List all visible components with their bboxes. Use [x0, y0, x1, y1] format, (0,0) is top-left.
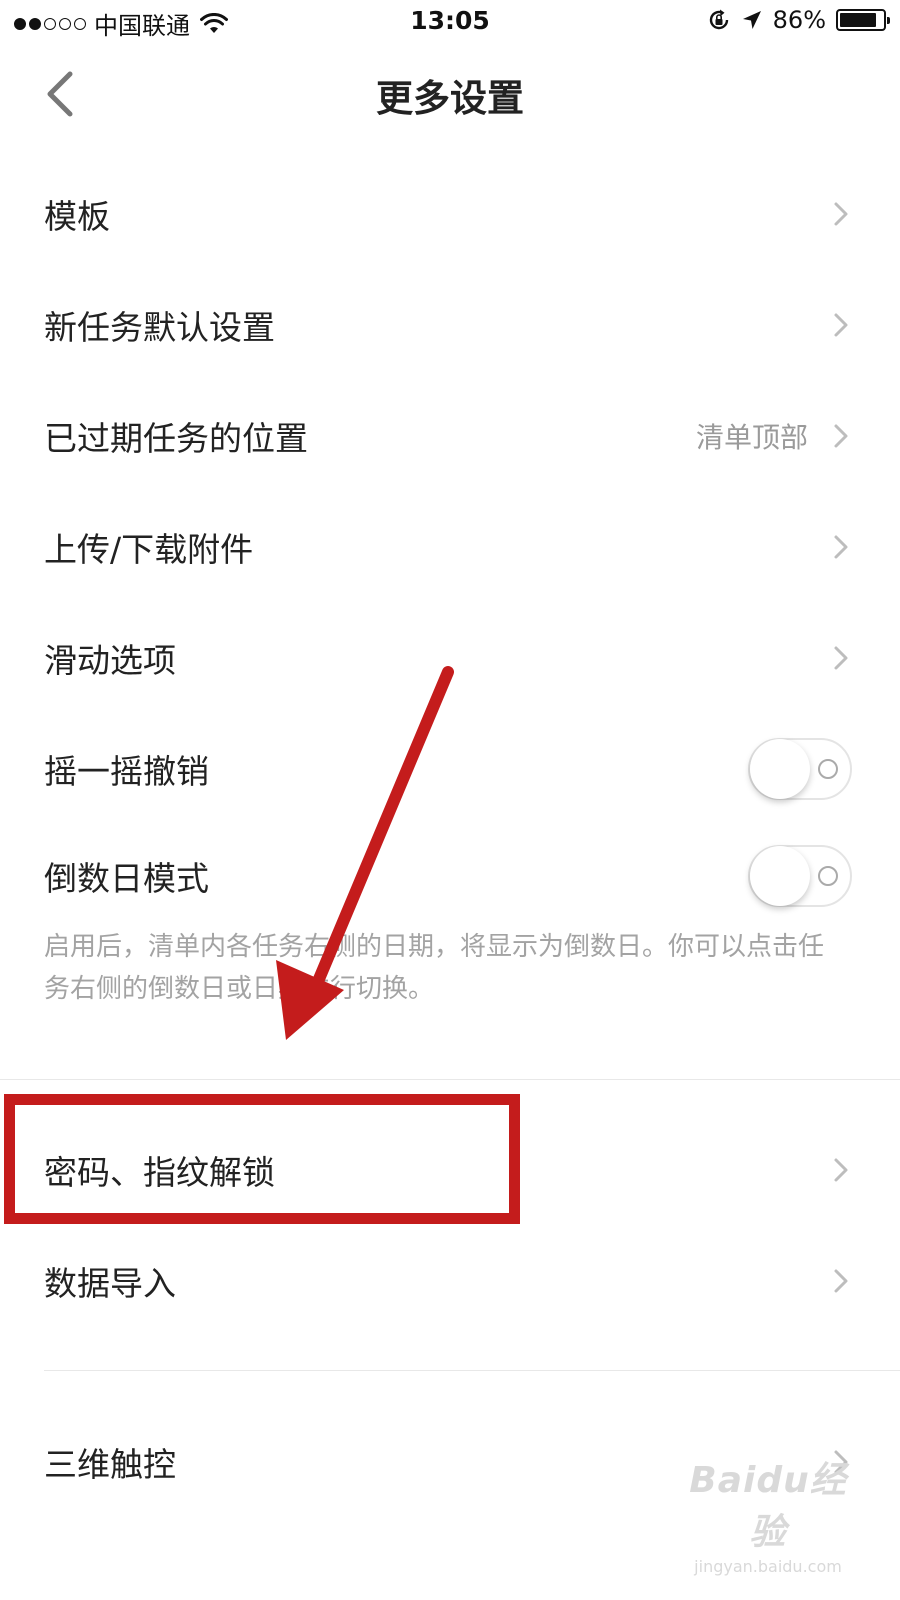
toggle-knob [750, 739, 810, 799]
chevron-right-icon [834, 535, 848, 559]
location-arrow-icon [742, 11, 761, 29]
settings-row-attachments[interactable]: 上传/下载附件 [0, 497, 900, 597]
chevron-right-icon [834, 313, 848, 337]
chevron-right-icon [834, 202, 848, 226]
settings-row-shake-undo: 摇一摇撤销 [0, 719, 900, 819]
battery-icon [836, 9, 890, 31]
toggle-off-indicator-icon [818, 866, 838, 886]
status-bar-right: 86% [707, 6, 890, 34]
row-label: 滑动选项 [44, 641, 176, 680]
settings-row-password-unlock[interactable]: 密码、指纹解锁 [0, 1120, 900, 1220]
baidu-jingyan-watermark: Baidu经验 jingyan.baidu.com [678, 1451, 858, 1576]
row-label: 密码、指纹解锁 [44, 1153, 275, 1192]
toggle-knob [750, 846, 810, 906]
row-label: 摇一摇撤销 [44, 752, 209, 791]
toggle-off-indicator-icon [818, 759, 838, 779]
chevron-right-icon [834, 424, 848, 448]
battery-level-fill [840, 13, 877, 27]
row-label: 已过期任务的位置 [44, 419, 308, 458]
row-value: 清单顶部 [695, 421, 808, 454]
row-label: 上传/下载附件 [44, 530, 254, 569]
section-divider [44, 1370, 900, 1371]
watermark-url: jingyan.baidu.com [694, 1557, 842, 1576]
rotation-lock-icon [709, 9, 728, 30]
row-label: 数据导入 [44, 1264, 176, 1303]
row-label: 倒数日模式 [44, 859, 209, 898]
chevron-right-icon [834, 646, 848, 670]
settings-row-overdue-position[interactable]: 已过期任务的位置 清单顶部 [0, 386, 900, 486]
nav-bar: 更多设置 [0, 44, 900, 144]
countdown-mode-toggle[interactable] [748, 845, 852, 907]
status-bar: 中国联通 13:05 86% [0, 0, 900, 44]
countdown-mode-description: 启用后，清单内各任务右侧的日期，将显示为倒数日。你可以点击任务右侧的倒数日或日期… [44, 932, 825, 1004]
watermark-logo: Baidu经验 [689, 1460, 847, 1553]
row-label: 三维触控 [44, 1445, 176, 1484]
shake-undo-toggle[interactable] [748, 738, 852, 800]
settings-row-template[interactable]: 模板 [0, 164, 900, 264]
section-divider [0, 1079, 900, 1080]
row-label: 新任务默认设置 [44, 308, 275, 347]
battery-percent: 86% [772, 6, 826, 34]
settings-row-countdown-mode: 倒数日模式 [0, 826, 900, 926]
settings-row-swipe-options[interactable]: 滑动选项 [0, 608, 900, 708]
row-label: 模板 [44, 197, 110, 236]
chevron-right-icon [834, 1269, 848, 1293]
chevron-right-icon [834, 1158, 848, 1182]
settings-row-data-import[interactable]: 数据导入 [0, 1231, 900, 1331]
settings-row-new-task-defaults[interactable]: 新任务默认设置 [0, 275, 900, 375]
page-title: 更多设置 [376, 77, 524, 120]
